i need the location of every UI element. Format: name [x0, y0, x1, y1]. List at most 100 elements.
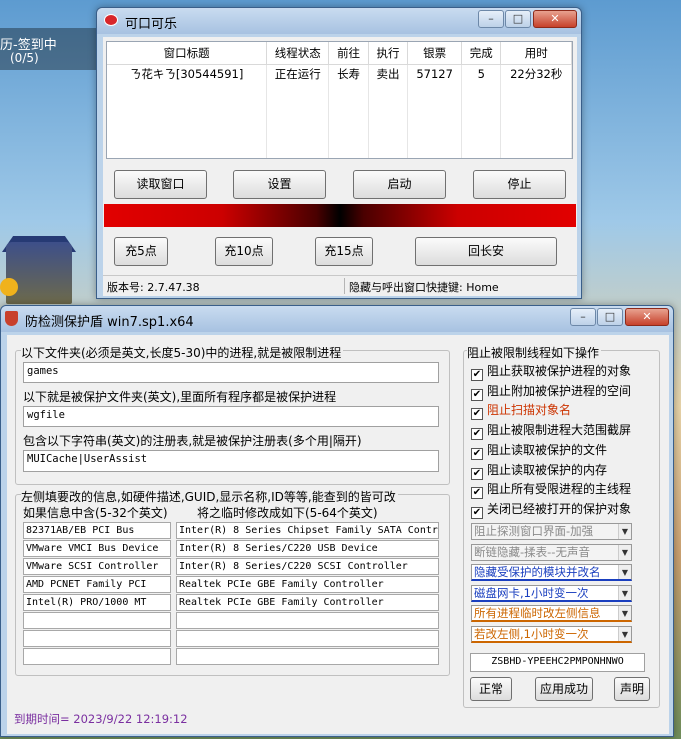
source-info-cell[interactable] [23, 630, 171, 647]
protect-minimize-button[interactable]: – [570, 308, 596, 326]
target-info-cell[interactable]: Inter(R) 8 Series Chipset Family SATA Co… [176, 522, 439, 539]
source-info-cell[interactable]: VMware VMCI Bus Device [23, 540, 171, 557]
option-dropdown[interactable]: 隐藏受保护的模块并改名 ▼ [471, 564, 632, 581]
read-window-button[interactable]: 读取窗口 [114, 170, 207, 199]
checkbox-check-icon[interactable]: ✔ [471, 506, 483, 519]
minimize-button[interactable]: – [478, 10, 504, 28]
column-header[interactable]: 执行 [368, 42, 409, 65]
license-code-field[interactable]: ZSBHD-YPEEHC2PMPONHNWO [470, 653, 645, 672]
block-option-checkbox[interactable]: ✔ 阻止被限制进程大范围截屏 [471, 421, 631, 441]
restricted-folder-input[interactable]: games [23, 362, 439, 383]
checkbox-check-icon[interactable]: ✔ [471, 487, 483, 500]
source-info-cell[interactable]: VMware SCSI Controller [23, 558, 171, 575]
block-option-checkbox[interactable]: ✔ 阻止所有受限进程的主线程 [471, 480, 632, 500]
column-header[interactable]: 银票 [407, 42, 463, 65]
chevron-down-icon[interactable]: ▼ [618, 606, 631, 620]
dropdown-value: 断链隐藏-揉表--无声音 [474, 544, 590, 559]
target-info-cell[interactable]: Inter(R) 8 Series/C220 SCSI Controller [176, 558, 439, 575]
table-cell: ㄋ花キㄋ[30544591] [107, 64, 268, 83]
block-option-checkbox[interactable]: ✔ 关闭已经被打开的保护对象 [471, 500, 631, 519]
checkbox-check-icon[interactable]: ✔ [471, 388, 483, 401]
table-cell [461, 102, 502, 121]
thread-list[interactable]: 窗口标题 线程状态 前往 执行 银票 完成 用时 ㄋ花キㄋ[30544591] 正在运行 长寿卖… [106, 41, 573, 159]
option-dropdown[interactable]: 若改左侧,1小时变一次 ▼ [471, 625, 632, 643]
table-cell [266, 83, 330, 102]
main-titlebar[interactable]: 可口可乐 – □ ✕ [97, 8, 581, 34]
checkbox-label: 阻止所有受限进程的主线程 [487, 482, 632, 497]
chevron-down-icon[interactable]: ▼ [618, 585, 631, 600]
status-bar: 版本号: 2.7.47.38 隐藏与呼出窗口快捷键: Home [103, 275, 577, 296]
table-row[interactable] [107, 102, 572, 121]
option-dropdown[interactable]: 磁盘网卡,1小时变一次 ▼ [471, 584, 632, 602]
source-info-cell[interactable]: 82371AB/EB PCI Bus [23, 522, 171, 539]
source-info-cell[interactable]: Intel(R) PRO/1000 MT [23, 594, 171, 611]
start-button[interactable]: 启动 [353, 170, 446, 199]
column-header[interactable]: 前往 [328, 42, 369, 65]
chevron-down-icon[interactable]: ▼ [618, 524, 631, 539]
block-option-checkbox[interactable]: ✔ 阻止附加被保护进程的空间 [471, 382, 631, 401]
settings-button[interactable]: 设置 [233, 170, 326, 199]
block-option-checkbox[interactable]: ✔ 阻止读取被保护的文件 [471, 441, 607, 460]
checkbox-check-icon[interactable]: ✔ [471, 408, 483, 421]
table-row[interactable] [107, 83, 572, 102]
target-info-cell[interactable]: Realtek PCIe GBE Family Controller [176, 576, 439, 593]
protect-titlebar[interactable]: 防检测保护盾 win7.sp1.x64 – □ ✕ [1, 306, 673, 332]
option-dropdown[interactable]: 所有进程临时改左侧信息 ▼ [471, 605, 632, 622]
return-changan-button[interactable]: 回长安 [415, 237, 557, 266]
protect-maximize-button[interactable]: □ [597, 308, 623, 326]
target-info-cell[interactable]: Inter(R) 8 Series/C220 USB Device [176, 540, 439, 557]
checkbox-check-icon[interactable]: ✔ [471, 447, 483, 460]
registry-input[interactable]: MUICache|UserAssist [23, 450, 439, 472]
apply-button[interactable]: 应用成功 [535, 677, 593, 701]
column-header[interactable]: 完成 [461, 42, 502, 65]
checkbox-label: 阻止读取被保护的文件 [487, 442, 608, 457]
target-column-label: 将之临时修改成如下(5-64个英文) [197, 506, 378, 520]
chevron-down-icon[interactable]: ▼ [618, 544, 631, 560]
table-row[interactable] [107, 140, 572, 158]
checkbox-check-icon[interactable]: ✔ [471, 369, 483, 381]
chevron-down-icon[interactable]: ▼ [618, 565, 631, 579]
table-row[interactable]: ㄋ花キㄋ[30544591] 正在运行 长寿 卖出 57127 5 22分32秒 [107, 64, 572, 83]
option-dropdown[interactable]: 断链隐藏-揉表--无声音 ▼ [471, 543, 632, 561]
table-row[interactable] [107, 121, 572, 140]
checkbox-check-icon[interactable]: ✔ [471, 428, 483, 441]
shield-icon [5, 311, 18, 326]
charge-5-button[interactable]: 充5点 [114, 237, 168, 266]
block-option-checkbox[interactable]: ✔ 阻止获取被保护进程的对象 [471, 362, 631, 381]
option-dropdown[interactable]: 阻止探测窗口界面-加强 ▼ [471, 523, 632, 540]
column-header[interactable]: 用时 [500, 42, 572, 65]
stop-button[interactable]: 停止 [473, 170, 566, 199]
target-info-cell[interactable] [176, 648, 439, 665]
declare-button[interactable]: 声明 [614, 677, 650, 701]
game-task-count: (0/5) [10, 51, 39, 65]
source-column-label: 如果信息中含(5-32个英文) [23, 506, 168, 520]
source-info-cell[interactable] [23, 612, 171, 629]
maximize-button[interactable]: □ [505, 10, 531, 28]
source-info-cell[interactable] [23, 648, 171, 665]
table-cell [461, 121, 502, 140]
protect-window: 防检测保护盾 win7.sp1.x64 – □ ✕ 以下文件夹(必须是英文,长度… [0, 305, 674, 737]
protect-close-button[interactable]: ✕ [625, 308, 669, 326]
charge-15-button[interactable]: 充15点 [315, 237, 373, 266]
hotkey-label: 隐藏与呼出窗口快捷键: Home [349, 281, 499, 294]
normal-button[interactable]: 正常 [470, 677, 512, 701]
target-info-cell[interactable] [176, 612, 439, 629]
progress-gradient-bar [104, 204, 576, 227]
table-cell: 22分32秒 [500, 64, 572, 83]
main-window: 可口可乐 – □ ✕ 窗口标题 线程状态 前往 执行 银票 完成 用时 ㄋ花キㄋ[30544… [96, 7, 582, 299]
protect-folder-input[interactable]: wgfile [23, 406, 439, 427]
block-option-checkbox[interactable]: ✔ 阻止扫描对象名 [471, 401, 571, 421]
table-cell [107, 121, 268, 140]
source-info-cell[interactable]: AMD PCNET Family PCI [23, 576, 171, 593]
table-cell [328, 121, 369, 140]
chevron-down-icon[interactable]: ▼ [618, 626, 631, 641]
block-option-checkbox[interactable]: ✔ 阻止读取被保护的内存 [471, 461, 607, 480]
column-header[interactable]: 线程状态 [266, 42, 330, 65]
target-info-cell[interactable]: Realtek PCIe GBE Family Controller [176, 594, 439, 611]
close-button[interactable]: ✕ [533, 10, 577, 28]
column-header[interactable]: 窗口标题 [107, 42, 268, 65]
table-cell [107, 140, 268, 158]
target-info-cell[interactable] [176, 630, 439, 647]
charge-10-button[interactable]: 充10点 [215, 237, 273, 266]
checkbox-check-icon[interactable]: ✔ [471, 467, 483, 480]
